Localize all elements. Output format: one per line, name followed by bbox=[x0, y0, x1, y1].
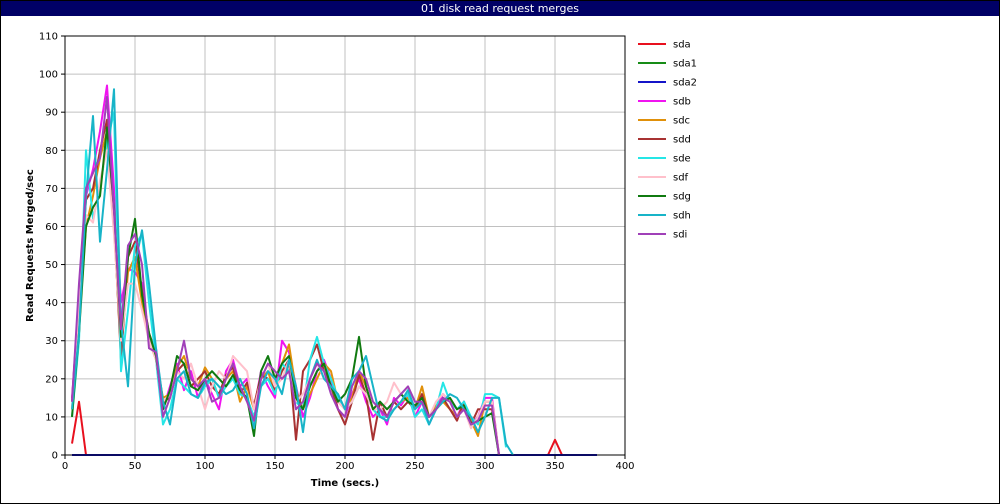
x-axis-ticks: 0 50 100 150 200 250 300 350 400 bbox=[62, 455, 635, 472]
x-tick-label: 150 bbox=[265, 461, 284, 472]
legend-label-sdg: sdg bbox=[673, 192, 691, 203]
legend-label-sda2: sda2 bbox=[673, 78, 697, 89]
y-tick-label: 40 bbox=[45, 298, 58, 309]
x-tick-label: 0 bbox=[62, 461, 68, 472]
x-tick-label: 50 bbox=[129, 461, 142, 472]
y-tick-label: 20 bbox=[45, 374, 58, 385]
legend-label-sda1: sda1 bbox=[673, 59, 697, 70]
y-axis-label: Read Requests Merged/sec bbox=[25, 169, 36, 322]
series-line-sdc bbox=[71, 130, 500, 456]
legend-label-sdi: sdi bbox=[673, 230, 687, 241]
x-tick-label: 200 bbox=[335, 461, 354, 472]
y-tick-label: 70 bbox=[45, 184, 58, 195]
x-tick-label: 300 bbox=[475, 461, 494, 472]
y-tick-label: 110 bbox=[39, 32, 58, 43]
y-tick-label: 10 bbox=[45, 412, 58, 423]
legend-label-sdc: sdc bbox=[673, 116, 690, 127]
chart-canvas: 0 50 100 150 200 250 300 350 400 0 10 20 30 40 50 60 70… bbox=[25, 32, 697, 490]
y-tick-label: 60 bbox=[45, 222, 58, 233]
legend-label-sdd: sdd bbox=[673, 135, 691, 146]
y-tick-label: 30 bbox=[45, 336, 58, 347]
y-tick-label: 100 bbox=[39, 70, 58, 81]
legend: sda sda1 sda2 sdb sdc sdd sde sdf sdg sdh sdi bbox=[638, 40, 697, 241]
x-tick-label: 250 bbox=[405, 461, 424, 472]
x-axis-label: Time (secs.) bbox=[311, 478, 380, 489]
y-tick-label: 0 bbox=[52, 451, 58, 462]
y-axis-ticks: 0 10 20 30 40 50 60 70 80 90 100 110 bbox=[39, 32, 65, 462]
legend-label-sdh: sdh bbox=[673, 211, 691, 222]
series-line-sda bbox=[71, 400, 597, 456]
legend-label-sdf: sdf bbox=[673, 173, 689, 184]
y-tick-label: 80 bbox=[45, 146, 58, 157]
x-tick-label: 400 bbox=[615, 461, 634, 472]
y-tick-label: 50 bbox=[45, 260, 58, 271]
legend-label-sde: sde bbox=[673, 154, 691, 165]
legend-label-sda: sda bbox=[673, 40, 691, 51]
y-tick-label: 90 bbox=[45, 108, 58, 119]
x-tick-label: 350 bbox=[545, 461, 564, 472]
legend-label-sdb: sdb bbox=[673, 97, 691, 108]
series-lines bbox=[71, 84, 597, 456]
x-tick-label: 100 bbox=[195, 461, 214, 472]
